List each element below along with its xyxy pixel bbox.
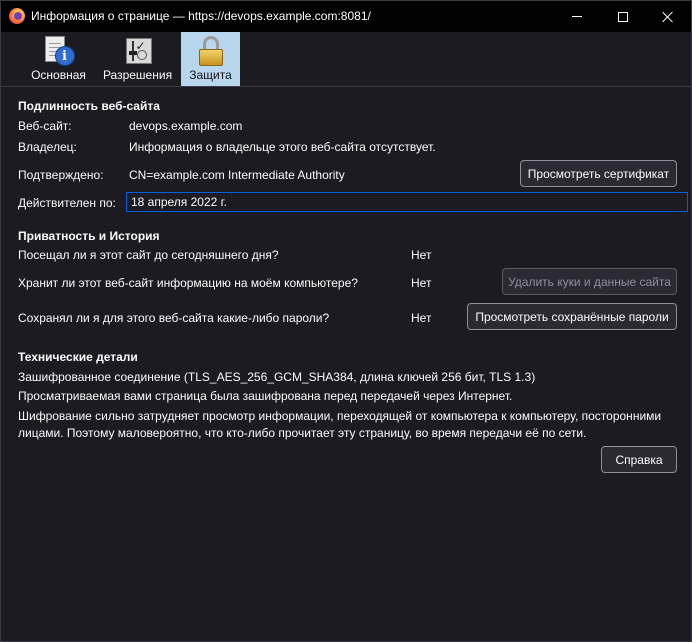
tab-general-label: Основная: [31, 68, 86, 82]
title-bar[interactable]: Информация о странице — https://devops.e…: [1, 1, 691, 32]
window-title: Информация о странице — https://devops.e…: [31, 9, 371, 23]
permissions-icon: ✓: [122, 36, 154, 66]
technical-line-4: лицами. Поэтому маловероятно, что кто-ли…: [18, 426, 587, 440]
cookies-question: Хранит ли этот веб-сайт информацию на мо…: [18, 276, 358, 290]
tab-permissions-label: Разрешения: [102, 68, 173, 82]
cookies-answer: Нет: [411, 276, 432, 290]
page-info-window: Информация о странице — https://devops.e…: [0, 0, 692, 642]
privacy-section-title: Приватность и История: [18, 229, 160, 243]
expires-field[interactable]: 18 апреля 2022 г.: [126, 192, 688, 212]
verified-value: CN=example.com Intermediate Authority: [129, 168, 345, 182]
view-saved-passwords-button[interactable]: Просмотреть сохранённые пароли: [467, 303, 677, 330]
technical-line-2: Просматриваемая вами страница была зашиф…: [18, 389, 513, 403]
website-value: devops.example.com: [129, 119, 243, 133]
identity-section-title: Подлинность веб-сайта: [18, 99, 160, 113]
owner-label: Владелец:: [18, 140, 77, 154]
visited-answer: Нет: [411, 248, 432, 262]
expires-value: 18 апреля 2022 г.: [131, 195, 227, 209]
expires-label: Действителен по:: [18, 196, 116, 210]
clear-cookies-button[interactable]: Удалить куки и данные сайта: [502, 268, 677, 295]
tab-general[interactable]: i Основная: [28, 32, 89, 86]
owner-value: Информация о владельце этого веб-сайта о…: [129, 140, 436, 154]
maximize-button[interactable]: [600, 1, 646, 32]
padlock-icon: [195, 36, 227, 66]
help-button[interactable]: Справка: [601, 446, 677, 473]
verified-label: Подтверждено:: [18, 168, 104, 182]
close-icon: [662, 11, 674, 23]
general-info-icon: i: [43, 36, 75, 66]
passwords-question: Сохранял ли я для этого веб-сайта какие-…: [18, 311, 330, 325]
technical-section-title: Технические детали: [18, 350, 138, 364]
close-button[interactable]: [645, 1, 691, 32]
passwords-answer: Нет: [411, 311, 432, 325]
technical-line-3: Шифрование сильно затрудняет просмотр ин…: [18, 409, 662, 423]
technical-line-1: Зашифрованное соединение (TLS_AES_256_GC…: [18, 370, 536, 384]
tab-security-label: Защита: [189, 68, 232, 82]
tab-toolbar: i Основная ✓ Разрешения Защита: [1, 32, 691, 86]
website-label: Веб-сайт:: [18, 119, 72, 133]
tab-permissions[interactable]: ✓ Разрешения: [99, 32, 176, 86]
minimize-button[interactable]: [554, 1, 600, 32]
firefox-icon: [9, 8, 25, 24]
tab-security[interactable]: Защита: [181, 32, 240, 86]
view-certificate-button[interactable]: Просмотреть сертификат: [520, 160, 677, 187]
minimize-icon: [572, 16, 582, 17]
maximize-icon: [618, 11, 628, 22]
security-panel: Подлинность веб-сайта Веб-сайт: devops.e…: [1, 87, 691, 641]
visited-question: Посещал ли я этот сайт до сегодняшнего д…: [18, 248, 279, 262]
